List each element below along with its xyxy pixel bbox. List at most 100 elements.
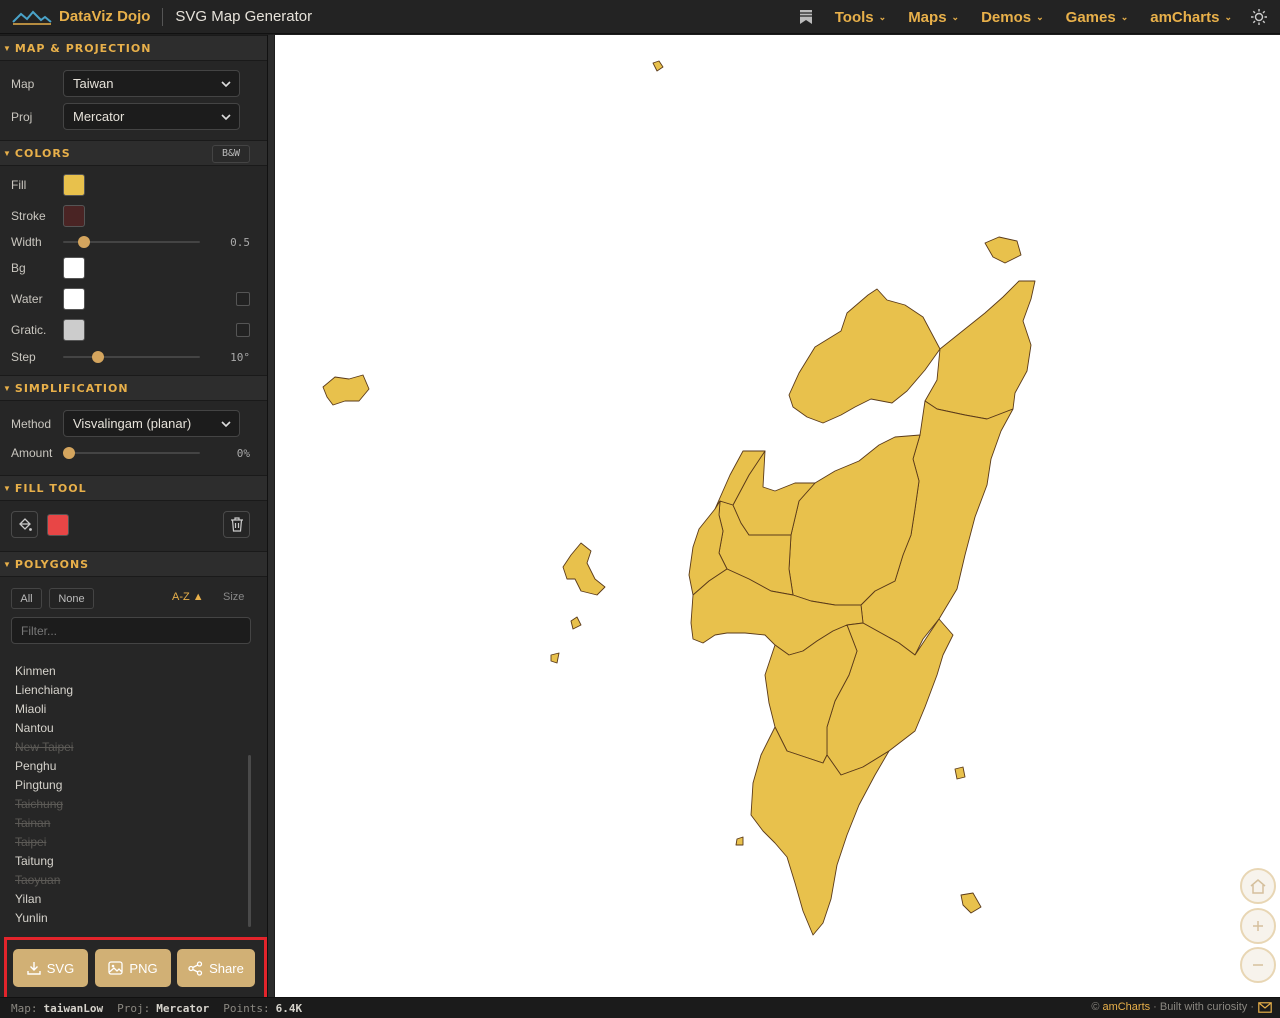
map-region: [924, 280, 1036, 420]
chevron-down-icon: ▼: [3, 483, 11, 493]
paint-bucket-button[interactable]: [11, 511, 38, 538]
water-checkbox[interactable]: [236, 292, 250, 306]
polygon-list-item[interactable]: Penghu: [0, 757, 250, 776]
polygon-list-item[interactable]: Kinmen: [0, 662, 250, 681]
section-polygons[interactable]: ▼ POLYGONS: [0, 551, 267, 577]
projection-select[interactable]: Mercator: [63, 103, 240, 130]
slider-thumb[interactable]: [63, 447, 75, 459]
status-bar: Map: taiwanLow Proj: Mercator Points: 6.4K …: [0, 997, 1280, 1018]
nav-maps[interactable]: Maps ⌄: [908, 9, 959, 26]
polygon-list-item[interactable]: Taipei: [0, 833, 250, 852]
width-slider[interactable]: [63, 236, 200, 248]
amcharts-link[interactable]: amCharts: [1102, 1001, 1150, 1013]
polygon-list-item[interactable]: Taitung: [0, 852, 250, 871]
polygon-list-item[interactable]: Nantou: [0, 719, 250, 738]
polygon-list-scrollbar[interactable]: [248, 755, 251, 927]
polygon-list-item[interactable]: Yilan: [0, 890, 250, 909]
nav-tools-label: Tools: [834, 8, 874, 26]
polygon-list-item[interactable]: Taichung: [0, 795, 250, 814]
export-svg-label: SVG: [46, 960, 75, 976]
clear-fills-button[interactable]: [223, 511, 250, 538]
bw-button[interactable]: B&W: [212, 145, 250, 163]
map-island: [984, 236, 1022, 264]
sidebar-resize-edge[interactable]: [268, 35, 274, 997]
taiwan-map[interactable]: [275, 35, 1280, 997]
brand[interactable]: DataViz Dojo: [12, 8, 150, 25]
export-svg-button[interactable]: SVG: [13, 949, 88, 987]
gratic-row: Gratic.: [0, 319, 267, 341]
bg-row: Bg: [0, 257, 267, 279]
polygon-list-item[interactable]: Lienchiang: [0, 681, 250, 700]
map-island: [735, 836, 744, 846]
graticule-color-swatch[interactable]: [63, 319, 85, 341]
brand-name[interactable]: DataViz Dojo: [59, 8, 150, 25]
select-all-button[interactable]: All: [11, 588, 42, 609]
zoom-out-button[interactable]: [1240, 947, 1276, 983]
filter-row: Filter...: [0, 617, 267, 644]
home-button[interactable]: [1240, 868, 1276, 904]
amount-slider[interactable]: [63, 447, 200, 459]
step-label: Step: [11, 350, 36, 364]
status-points-label: Points:: [223, 1001, 270, 1015]
zoom-in-button[interactable]: [1240, 908, 1276, 944]
section-simplification[interactable]: ▼ SIMPLIFICATION: [0, 375, 267, 401]
select-none-button[interactable]: None: [49, 588, 94, 609]
step-slider[interactable]: [63, 351, 200, 363]
polygon-list-item[interactable]: Miaoli: [0, 700, 250, 719]
section-title: SIMPLIFICATION: [14, 381, 129, 395]
section-map-projection[interactable]: ▼ MAP & PROJECTION: [0, 35, 267, 61]
nav-amcharts[interactable]: amCharts ⌄: [1150, 9, 1232, 26]
polygon-list-item[interactable]: Taoyuan: [0, 871, 250, 890]
nav-games[interactable]: Games ⌄: [1066, 9, 1129, 26]
chevron-down-icon: [221, 81, 231, 88]
section-title: MAP & PROJECTION: [14, 41, 152, 55]
graticule-checkbox[interactable]: [236, 323, 250, 337]
chevron-down-icon: ▼: [3, 559, 11, 569]
fill-color-swatch[interactable]: [63, 174, 85, 196]
nav-tools[interactable]: Tools ⌄: [835, 9, 886, 26]
chevron-down-icon: ▼: [3, 383, 11, 393]
nav-demos[interactable]: Demos ⌄: [981, 9, 1044, 26]
sort-size-button[interactable]: Size: [223, 591, 244, 603]
method-row: Method Visvalingam (planar): [0, 410, 267, 437]
polygon-list-item[interactable]: Tainan: [0, 814, 250, 833]
plus-icon: [1253, 921, 1263, 931]
sort-az-button[interactable]: A-Z ▲: [172, 591, 204, 603]
amount-label: Amount: [11, 446, 53, 460]
export-png-button[interactable]: PNG: [95, 949, 171, 987]
theme-toggle-sun-icon[interactable]: [1250, 8, 1268, 26]
bookmark-icon[interactable]: [799, 9, 813, 25]
map-canvas[interactable]: [275, 35, 1280, 997]
section-title: POLYGONS: [14, 557, 90, 571]
polygon-list-item[interactable]: New Taipei: [0, 738, 250, 757]
status-map-label: Map:: [11, 1001, 38, 1015]
polygon-filter-input[interactable]: Filter...: [11, 617, 251, 644]
map-select[interactable]: Taiwan: [63, 70, 240, 97]
fill-tool-color-swatch[interactable]: [47, 513, 69, 536]
proj-row: Proj Mercator: [0, 103, 267, 130]
slider-track: [63, 452, 200, 454]
polygon-list-item[interactable]: Yunlin: [0, 909, 250, 928]
section-fill-tool[interactable]: ▼ FILL TOOL: [0, 475, 267, 501]
width-row: Width 0.5: [0, 231, 267, 253]
chevron-down-icon: ⌄: [951, 11, 960, 22]
map-island: [562, 542, 606, 596]
share-button[interactable]: Share: [177, 949, 255, 987]
status-proj-value: Mercator: [156, 1001, 210, 1015]
slider-thumb[interactable]: [91, 351, 104, 363]
chevron-down-icon: ⌄: [1120, 11, 1129, 22]
polygon-list: Kinmen Lienchiang Miaoli Nantou New Taipei Pe…: [0, 662, 250, 928]
section-colors[interactable]: ▼ COLORS B&W: [0, 140, 267, 166]
polygon-list-item[interactable]: Pingtung: [0, 776, 250, 795]
slider-thumb[interactable]: [78, 236, 90, 248]
stroke-color-swatch[interactable]: [63, 205, 85, 227]
water-color-swatch[interactable]: [63, 288, 85, 310]
mail-icon[interactable]: [1258, 1001, 1272, 1013]
top-bar: DataViz Dojo SVG Map Generator Tools ⌄ Ma…: [0, 0, 1280, 34]
copyright: ©: [1091, 1001, 1100, 1013]
method-select[interactable]: Visvalingam (planar): [63, 410, 240, 437]
status-credits: © amCharts · Built with curiosity ·: [1091, 1001, 1272, 1013]
nav-demos-label: Demos: [981, 8, 1032, 26]
map-island: [550, 652, 560, 664]
bg-color-swatch[interactable]: [63, 257, 85, 279]
